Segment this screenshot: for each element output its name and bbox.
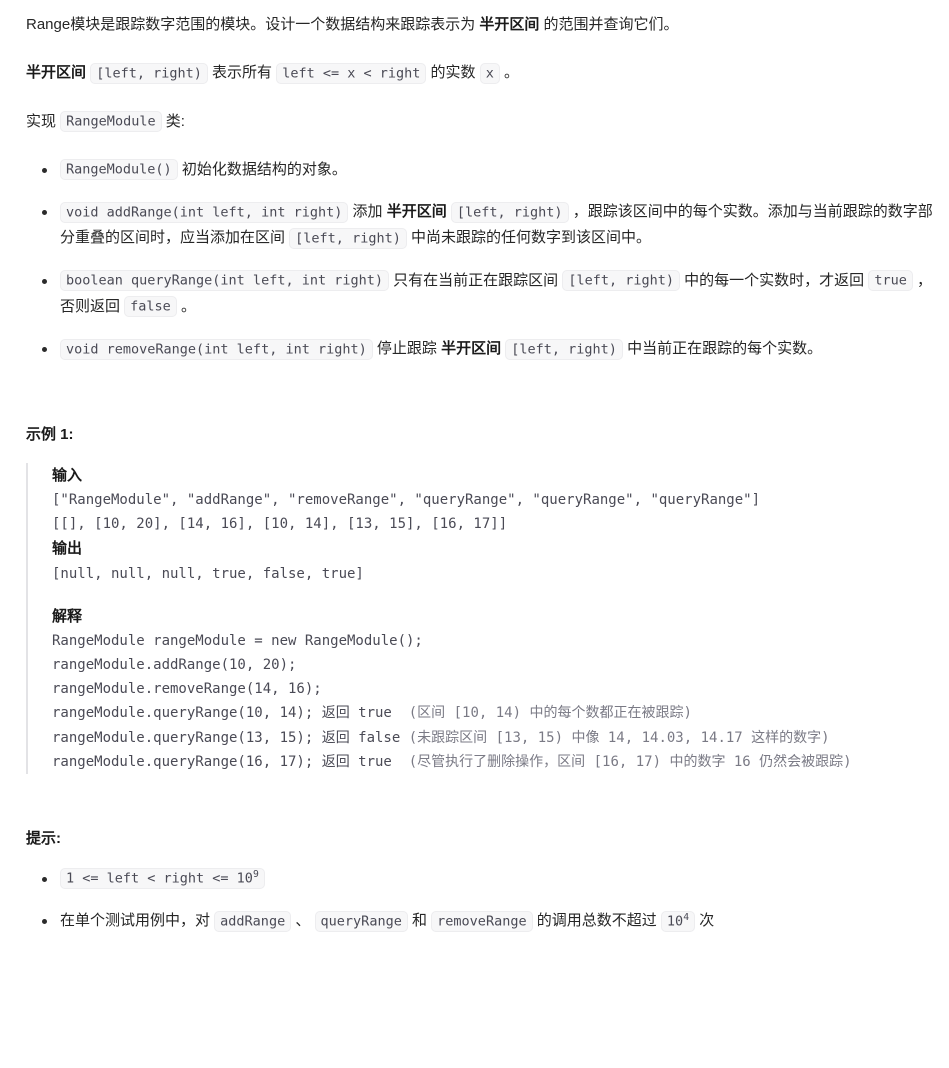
code-chip-hint-addrange: addRange [214, 910, 292, 932]
intro-bold-half-open-interval: 半开区间 [479, 16, 540, 33]
queryrange-text-4: 。 [176, 297, 196, 315]
explanation-query-1-note: (区间 [10, 14) 中的每个数都正在被跟踪) [400, 705, 692, 722]
explanation-query-3-note: (尽管执行了删除操作，区间 [16, 17) 中的数字 16 仍然会被跟踪) [400, 753, 852, 770]
removerange-bold-half-open-interval: 半开区间 [441, 340, 502, 357]
output-label: 输出 [52, 540, 83, 558]
addrange-text-1: 添加 [348, 203, 387, 220]
range-bound-exponent: 9 [252, 869, 259, 881]
output-line: [null, null, null, true, false, true] [52, 565, 364, 582]
code-chip-interval: [left, right) [90, 62, 208, 84]
example-block: 输入 ["RangeModule", "addRange", "removeRa… [26, 462, 939, 774]
code-chip-hint-queryrange: queryRange [314, 910, 408, 932]
explanation-query-1-code: rangeModule.queryRange(10, 14); 返回 true [52, 705, 401, 722]
removerange-text-1: 停止跟踪 [372, 340, 442, 357]
queryrange-text-1: 只有在当前正在跟踪区间 [388, 271, 563, 289]
explanation-line-2: rangeModule.addRange(10, 20); [52, 657, 297, 674]
explanation-query-2-code: rangeModule.queryRange(13, 15); 返回 false [52, 729, 401, 746]
list-item-addrange: void addRange(int left, int right) 添加 半开… [42, 199, 939, 252]
code-chip-false: false [124, 296, 177, 318]
hint2-text-c: 和 [407, 912, 432, 930]
code-chip-x: x [479, 62, 500, 84]
list-item-constructor: RangeModule() 初始化数据结构的对象。 [42, 157, 939, 183]
input-line-1: ["RangeModule", "addRange", "removeRange… [52, 492, 761, 508]
code-chip-true: true [868, 270, 913, 291]
explanation-line-query-3: rangeModule.queryRange(16, 17); 返回 true … [52, 750, 939, 774]
explanation-line-query-1: rangeModule.queryRange(10, 14); 返回 true … [52, 701, 939, 725]
intro2-text-a: 表示所有 [207, 64, 277, 82]
code-chip-inequality: left <= x < right [276, 62, 427, 84]
code-chip-removerange-signature: void removeRange(int left, int right) [60, 338, 373, 360]
code-chip-removerange-interval: [left, right) [505, 338, 623, 360]
code-chip-rangemodule-class: RangeModule [60, 111, 162, 132]
code-chip-hint-removerange: removeRange [431, 910, 533, 932]
hint-item-call-count: 在单个测试用例中，对 addRange 、 queryRange 和 remov… [42, 908, 939, 934]
queryrange-text-2: 中的每一个实数时，才返回 [680, 271, 869, 289]
hint2-text-e: 次 [695, 912, 715, 930]
code-chip-call-limit: 104 [660, 910, 696, 932]
call-limit-exponent: 4 [683, 911, 690, 923]
code-chip-queryrange-interval: [left, right) [562, 270, 680, 291]
implement-text-b: 类: [161, 112, 185, 130]
problem-description-page: Range模块是跟踪数字范围的模块。设计一个数据结构来跟踪表示为 半开区间 的范… [0, 0, 949, 934]
input-label: 输入 [52, 466, 83, 484]
removerange-text-2: 中当前正在跟踪的每个实数。 [622, 340, 823, 357]
intro2-text-c: 。 [499, 64, 520, 82]
code-chip-constructor: RangeModule() [60, 159, 178, 181]
addrange-bold-half-open-interval: 半开区间 [386, 203, 447, 220]
intro2-text-b: 的实数 [426, 64, 480, 82]
call-limit-base: 10 [666, 913, 684, 930]
code-chip-queryrange-signature: boolean queryRange(int left, int right) [60, 270, 389, 291]
intro-paragraph-3: 实现 RangeModule 类: [26, 109, 939, 135]
code-chip-range-bound: 1 <= left < right <= 109 [60, 868, 265, 890]
intro-paragraph-2: 半开区间 [left, right) 表示所有 left <= x < righ… [26, 60, 939, 86]
example-inner-spacer [52, 586, 939, 604]
spacer-before-hints [26, 804, 939, 826]
explanation-line-query-2: rangeModule.queryRange(13, 15); 返回 false… [52, 726, 939, 750]
explanation-label: 解释 [52, 607, 83, 625]
hint2-text-a: 在单个测试用例中，对 [60, 912, 215, 930]
intro-text-a: Range模块是跟踪数字范围的模块。设计一个数据结构来跟踪表示为 [26, 16, 480, 33]
hint2-text-b: 、 [291, 912, 315, 930]
hint-item-range-bound: 1 <= left < right <= 109 [42, 866, 939, 892]
code-chip-addrange-interval-1: [left, right) [450, 201, 569, 223]
hints-heading: 提示: [26, 829, 61, 847]
code-chip-addrange-signature: void addRange(int left, int right) [60, 201, 349, 223]
explanation-line-3: rangeModule.removeRange(14, 16); [52, 681, 322, 698]
list-item-queryrange: boolean queryRange(int left, int right) … [42, 268, 939, 321]
half-open-interval-bold: 半开区间 [26, 64, 87, 82]
intro-paragraph-1: Range模块是跟踪数字范围的模块。设计一个数据结构来跟踪表示为 半开区间 的范… [26, 12, 939, 38]
code-chip-addrange-interval-2: [left, right) [289, 227, 407, 249]
spacer-before-example [26, 380, 939, 422]
addrange-text-3: 中尚未跟踪的任何数字到该区间中。 [406, 229, 652, 247]
input-line-2: [[], [10, 20], [14, 16], [10, 14], [13, … [52, 516, 508, 533]
list-item-removerange: void removeRange(int left, int right) 停止… [42, 336, 939, 362]
example-heading: 示例 1: [26, 426, 74, 444]
hint2-text-d: 的调用总数不超过 [532, 912, 661, 930]
range-bound-text: 1 <= left < right <= 10 [66, 870, 253, 887]
hints-list: 1 <= left < right <= 109 在单个测试用例中，对 addR… [26, 866, 939, 935]
implement-text-a: 实现 [26, 112, 61, 130]
explanation-query-2-note: (未跟踪区间 [13, 15) 中像 14, 14.03, 14.17 这样的数… [400, 729, 830, 746]
explanation-line-1: RangeModule rangeModule = new RangeModul… [52, 633, 423, 650]
intro-text-b: 的范围并查询它们。 [539, 16, 679, 33]
constructor-description: 初始化数据结构的对象。 [177, 160, 347, 178]
method-list: RangeModule() 初始化数据结构的对象。 void addRange(… [26, 157, 939, 363]
explanation-query-3-code: rangeModule.queryRange(16, 17); 返回 true [52, 753, 401, 770]
